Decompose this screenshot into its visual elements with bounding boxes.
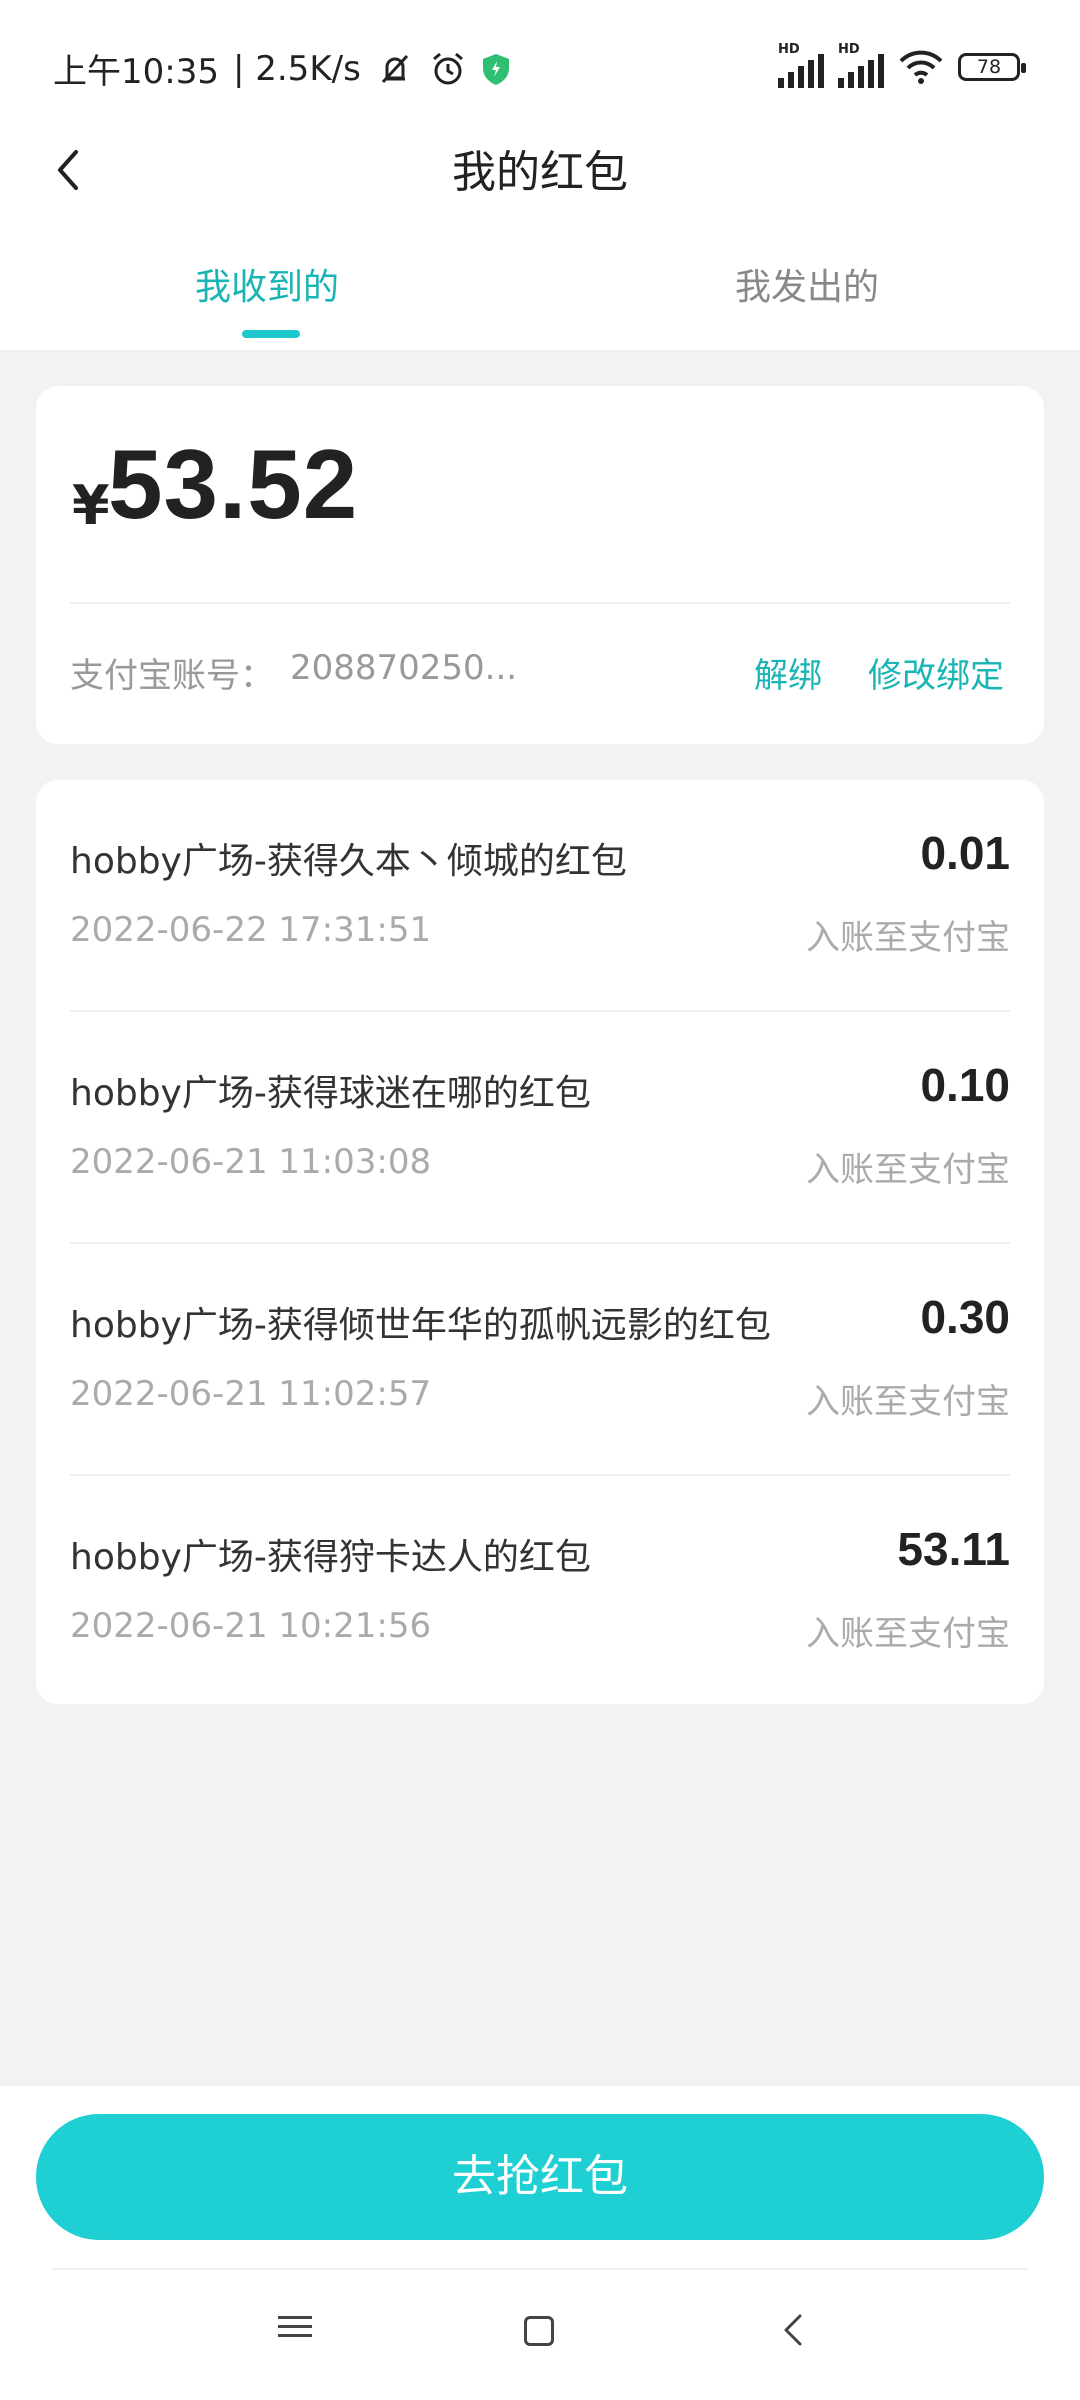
grab-red-packet-button[interactable]: 去抢红包 [36, 2114, 1044, 2240]
status-left: 上午10:35 | 2.5K/s [53, 44, 511, 93]
record-title: hobby广场-获得狩卡达人的红包 [70, 1537, 591, 1578]
alarm-icon [432, 52, 463, 84]
record-title: hobby广场-获得久本丶倾城的红包 [70, 841, 627, 882]
record-time: 2022-06-22 17:31:51 [70, 910, 432, 950]
list-item[interactable]: hobby广场-获得倾世年华的孤帆远影的红包 0.30 2022-06-21 1… [70, 1244, 1010, 1476]
alipay-account-number: 208870250... [290, 648, 518, 688]
menu-icon[interactable] [278, 2310, 312, 2343]
balance-card: ¥ 53.52 支付宝账号： 208870250... 解绑 修改绑定 [36, 386, 1044, 744]
bottom-area: 去抢红包 [0, 2086, 1080, 2400]
records-list: hobby广场-获得久本丶倾城的红包 0.01 2022-06-22 17:31… [36, 780, 1044, 1704]
tab-received[interactable]: 我收到的 [195, 258, 339, 310]
page-title: 我的红包 [452, 147, 628, 198]
record-time: 2022-06-21 10:21:56 [70, 1606, 432, 1646]
status-time: 上午10:35 [53, 52, 219, 92]
list-item[interactable]: hobby广场-获得狩卡达人的红包 53.11 2022-06-21 10:21… [70, 1476, 1010, 1708]
home-icon[interactable] [524, 2316, 554, 2346]
signal-icon: HD [778, 42, 824, 88]
currency-symbol: ¥ [72, 474, 110, 537]
list-item[interactable]: hobby广场-获得球迷在哪的红包 0.10 2022-06-21 11:03:… [70, 1012, 1010, 1244]
record-status: 入账至支付宝 [806, 1614, 1010, 1654]
shield-icon [482, 53, 509, 85]
top-section: 上午10:35 | 2.5K/s HD HD 78 我的红包 我收到的 我发出的 [0, 0, 1080, 350]
alipay-account-label: 支付宝账号： [70, 656, 274, 696]
record-title: hobby广场-获得倾世年华的孤帆远影的红包 [70, 1305, 771, 1346]
tab-sent[interactable]: 我发出的 [735, 258, 879, 310]
record-amount: 53.11 [897, 1523, 1010, 1575]
record-status: 入账至支付宝 [806, 918, 1010, 958]
record-time: 2022-06-21 11:02:57 [70, 1374, 432, 1414]
record-time: 2022-06-21 11:03:08 [70, 1142, 432, 1182]
record-amount: 0.10 [920, 1059, 1010, 1111]
record-title: hobby广场-获得球迷在哪的红包 [70, 1073, 591, 1114]
record-amount: 0.30 [920, 1291, 1010, 1343]
record-status: 入账至支付宝 [806, 1382, 1010, 1422]
status-bar: 上午10:35 | 2.5K/s HD HD 78 [0, 0, 1080, 130]
divider [70, 602, 1010, 604]
unbind-link[interactable]: 解绑 [754, 648, 822, 697]
header: 我的红包 [0, 120, 1080, 220]
status-net-speed: | 2.5K/s [232, 48, 361, 89]
status-right: HD HD 78 [778, 42, 1026, 88]
divider [52, 2268, 1028, 2270]
record-status: 入账至支付宝 [806, 1150, 1010, 1190]
list-item[interactable]: hobby广场-获得久本丶倾城的红包 0.01 2022-06-22 17:31… [70, 780, 1010, 1012]
nav-back-icon[interactable] [776, 2310, 810, 2350]
mute-bell-icon [381, 54, 408, 83]
battery-icon: 78 [958, 53, 1026, 81]
record-amount: 0.01 [920, 827, 1010, 879]
wifi-icon [899, 50, 943, 84]
balance-amount: 53.52 [108, 429, 359, 539]
tab-active-indicator [242, 330, 300, 338]
signal-icon: HD [838, 42, 884, 88]
modify-binding-link[interactable]: 修改绑定 [868, 648, 1004, 697]
